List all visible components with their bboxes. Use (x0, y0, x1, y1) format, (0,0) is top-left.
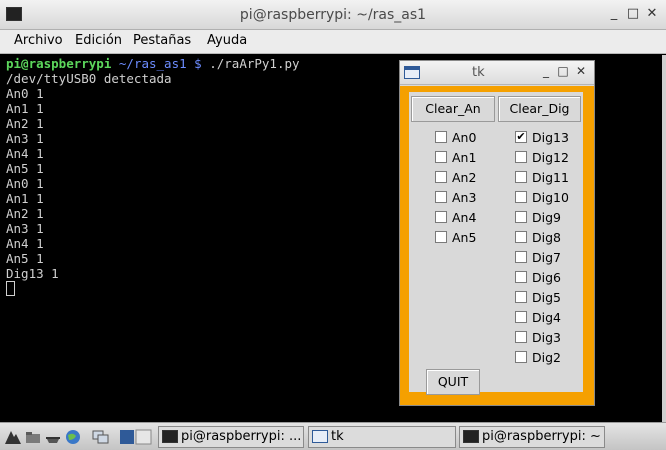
checkbox-label: An3 (452, 189, 477, 205)
checkbox-label: An4 (452, 209, 477, 225)
tk-app-icon (312, 430, 328, 443)
terminal-titlebar[interactable]: pi@raspberrypi: ~/ras_as1 _ □ ✕ (0, 0, 666, 30)
menu-edicion[interactable]: Edición (75, 33, 122, 48)
checkbox[interactable] (435, 211, 447, 223)
workspace-switcher-icon[interactable] (92, 428, 110, 446)
checkbox[interactable] (515, 351, 527, 363)
command-text: ./raArPy1.py (209, 56, 300, 71)
analog-checkbox-an3[interactable]: An3 (435, 188, 476, 206)
clear-dig-button[interactable]: Clear_Dig (498, 96, 581, 122)
checkbox-label: Dig13 (532, 129, 569, 145)
checkbox[interactable] (435, 151, 447, 163)
checkbox-label: Dig12 (532, 149, 569, 165)
checkbox[interactable] (515, 211, 527, 223)
taskbar-item-terminal-1[interactable]: pi@raspberrypi: ... (158, 426, 304, 448)
tk-close-icon[interactable]: ✕ (575, 64, 587, 78)
tk-minimize-icon[interactable]: _ (540, 64, 552, 78)
terminal-icon (463, 430, 479, 443)
checkbox-label: An0 (452, 129, 477, 145)
checkbox[interactable] (435, 131, 447, 143)
analog-checkbox-an0[interactable]: An0 (435, 128, 476, 146)
digital-checkbox-dig2[interactable]: Dig2 (515, 348, 561, 366)
menu-pestanas[interactable]: Pestañas (133, 33, 191, 48)
prompt-path: ~/ras_as1 $ (118, 56, 202, 71)
pager-icon[interactable] (119, 428, 153, 446)
checkbox[interactable] (515, 331, 527, 343)
file-manager-icon[interactable] (24, 428, 42, 446)
checkbox[interactable] (515, 271, 527, 283)
checkbox-label: An5 (452, 229, 477, 245)
tk-titlebar[interactable]: tk _ □ ✕ (400, 61, 594, 85)
taskbar-item-terminal-2[interactable]: pi@raspberrypi: ~ (459, 426, 605, 448)
checkbox-label: Dig2 (532, 349, 561, 365)
menu-archivo[interactable]: Archivo (14, 33, 63, 48)
analog-checkbox-an4[interactable]: An4 (435, 208, 476, 226)
checkbox[interactable] (515, 231, 527, 243)
checkbox-label: An1 (452, 149, 477, 165)
digital-checkbox-dig10[interactable]: Dig10 (515, 188, 569, 206)
checkbox-label: Dig9 (532, 209, 561, 225)
checkbox-label: Dig6 (532, 269, 561, 285)
tk-window: tk _ □ ✕ Clear_An Clear_Dig An0 An1 An2 An3… (399, 60, 595, 406)
checkbox[interactable] (515, 291, 527, 303)
tk-maximize-icon[interactable]: □ (557, 64, 569, 78)
taskbar: pi@raspberrypi: ... tk pi@raspberrypi: ~ (0, 422, 666, 450)
taskbar-item-tk[interactable]: tk (308, 426, 456, 448)
digital-checkbox-dig9[interactable]: Dig9 (515, 208, 561, 226)
desktop-icon[interactable] (44, 428, 62, 446)
analog-checkbox-an5[interactable]: An5 (435, 228, 476, 246)
digital-checkbox-dig11[interactable]: Dig11 (515, 168, 569, 186)
browser-globe-icon[interactable] (64, 428, 82, 446)
menu-bar: Archivo Edición Pestañas Ayuda (0, 30, 666, 54)
checkbox[interactable] (515, 191, 527, 203)
checkbox[interactable] (515, 251, 527, 263)
tk-title: tk (472, 65, 485, 80)
checkbox[interactable] (515, 151, 527, 163)
digital-checkbox-dig4[interactable]: Dig4 (515, 308, 561, 326)
minimize-icon[interactable]: _ (606, 6, 622, 21)
close-icon[interactable]: ✕ (644, 6, 660, 21)
checkbox[interactable] (515, 311, 527, 323)
tk-panel: Clear_An Clear_Dig An0 An1 An2 An3 An4 An5 ✔ D… (409, 92, 583, 395)
tk-orange-frame: Clear_An Clear_Dig An0 An1 An2 An3 An4 An5 ✔ D… (400, 86, 594, 405)
digital-checkbox-dig7[interactable]: Dig7 (515, 248, 561, 266)
checkbox-label: Dig11 (532, 169, 569, 185)
quit-button[interactable]: QUIT (426, 369, 480, 395)
terminal-scrollbar[interactable] (662, 55, 666, 422)
task-label: tk (331, 429, 344, 444)
checkbox-label: Dig8 (532, 229, 561, 245)
checkbox[interactable] (435, 171, 447, 183)
clear-an-button[interactable]: Clear_An (411, 96, 495, 122)
checkbox-label: Dig10 (532, 189, 569, 205)
menu-launcher-icon[interactable] (4, 428, 22, 446)
menu-ayuda[interactable]: Ayuda (207, 33, 247, 48)
terminal-cursor (6, 281, 15, 296)
checkbox[interactable] (435, 191, 447, 203)
checkbox[interactable]: ✔ (515, 131, 527, 143)
checkbox-label: Dig3 (532, 329, 561, 345)
checkbox-label: Dig5 (532, 289, 561, 305)
analog-checkbox-an2[interactable]: An2 (435, 168, 476, 186)
digital-checkbox-dig12[interactable]: Dig12 (515, 148, 569, 166)
task-label: pi@raspberrypi: ~ (482, 429, 601, 444)
digital-checkbox-dig6[interactable]: Dig6 (515, 268, 561, 286)
checkbox-label: Dig7 (532, 249, 561, 265)
terminal-icon (162, 430, 178, 443)
task-label: pi@raspberrypi: ... (181, 429, 302, 444)
digital-checkbox-dig3[interactable]: Dig3 (515, 328, 561, 346)
checkbox[interactable] (515, 171, 527, 183)
analog-checkbox-an1[interactable]: An1 (435, 148, 476, 166)
checkbox-label: Dig4 (532, 309, 561, 325)
checkbox-label: An2 (452, 169, 477, 185)
tk-app-icon (404, 66, 420, 79)
digital-checkbox-dig8[interactable]: Dig8 (515, 228, 561, 246)
digital-checkbox-dig13[interactable]: ✔ Dig13 (515, 128, 569, 146)
checkbox[interactable] (435, 231, 447, 243)
terminal-title: pi@raspberrypi: ~/ras_as1 (239, 7, 427, 23)
prompt-user: pi@raspberrypi (6, 56, 112, 71)
maximize-icon[interactable]: □ (625, 6, 641, 21)
digital-checkbox-dig5[interactable]: Dig5 (515, 288, 561, 306)
